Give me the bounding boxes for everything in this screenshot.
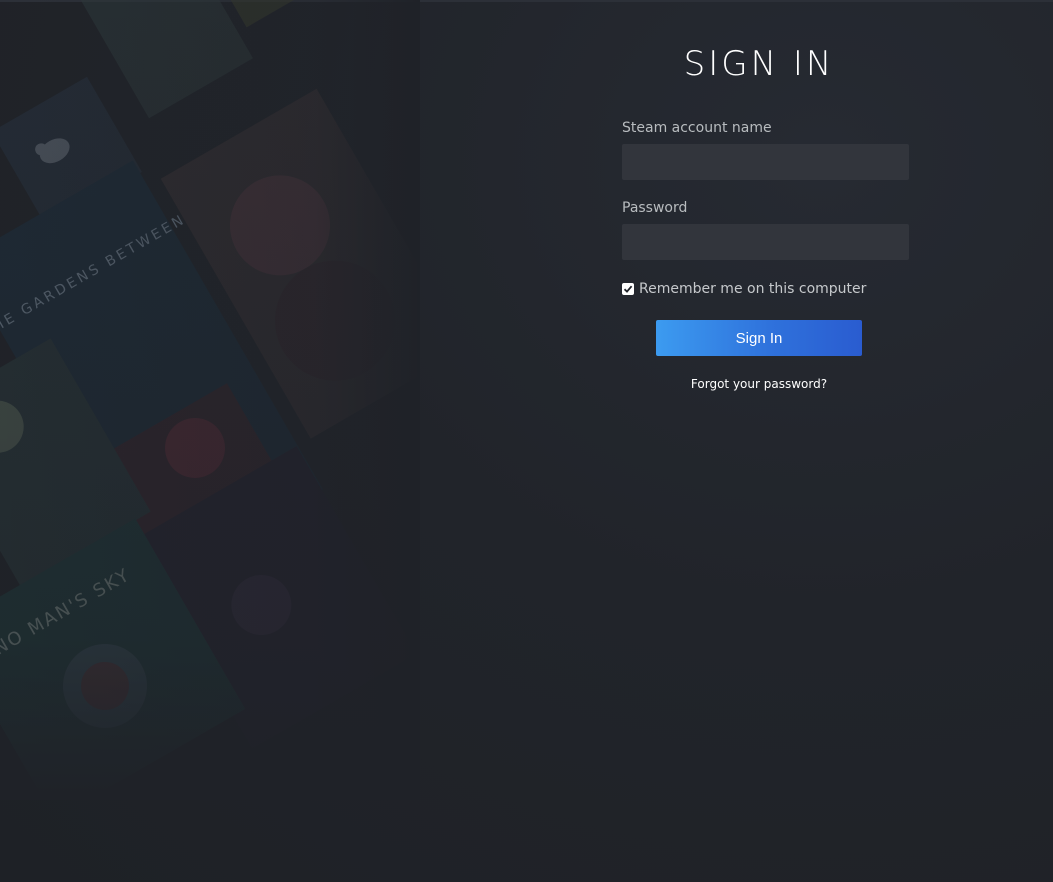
account-name-label: Steam account name (622, 120, 772, 136)
remember-me-checkbox[interactable] (622, 283, 634, 295)
background-game-art: THE GARDENS BETWEEN NO MAN'S SKY (0, 0, 420, 800)
password-input[interactable] (622, 224, 909, 260)
art-title-gardens: THE GARDENS BETWEEN (0, 211, 189, 341)
top-divider (0, 0, 1053, 2)
password-label: Password (622, 200, 688, 216)
remember-me-label[interactable]: Remember me on this computer (639, 281, 866, 297)
page-title: SIGN IN (683, 44, 835, 84)
sign-in-button[interactable]: Sign In (656, 320, 862, 356)
checkmark-icon (623, 285, 633, 293)
art-title-nomanssky: NO MAN'S SKY (0, 564, 134, 659)
forgot-password-link[interactable]: Forgot your password? (656, 377, 862, 391)
remember-me-row[interactable]: Remember me on this computer (622, 280, 866, 298)
sign-in-page: THE GARDENS BETWEEN NO MAN'S SKY SIGN IN… (0, 0, 1053, 882)
account-name-input[interactable] (622, 144, 909, 180)
